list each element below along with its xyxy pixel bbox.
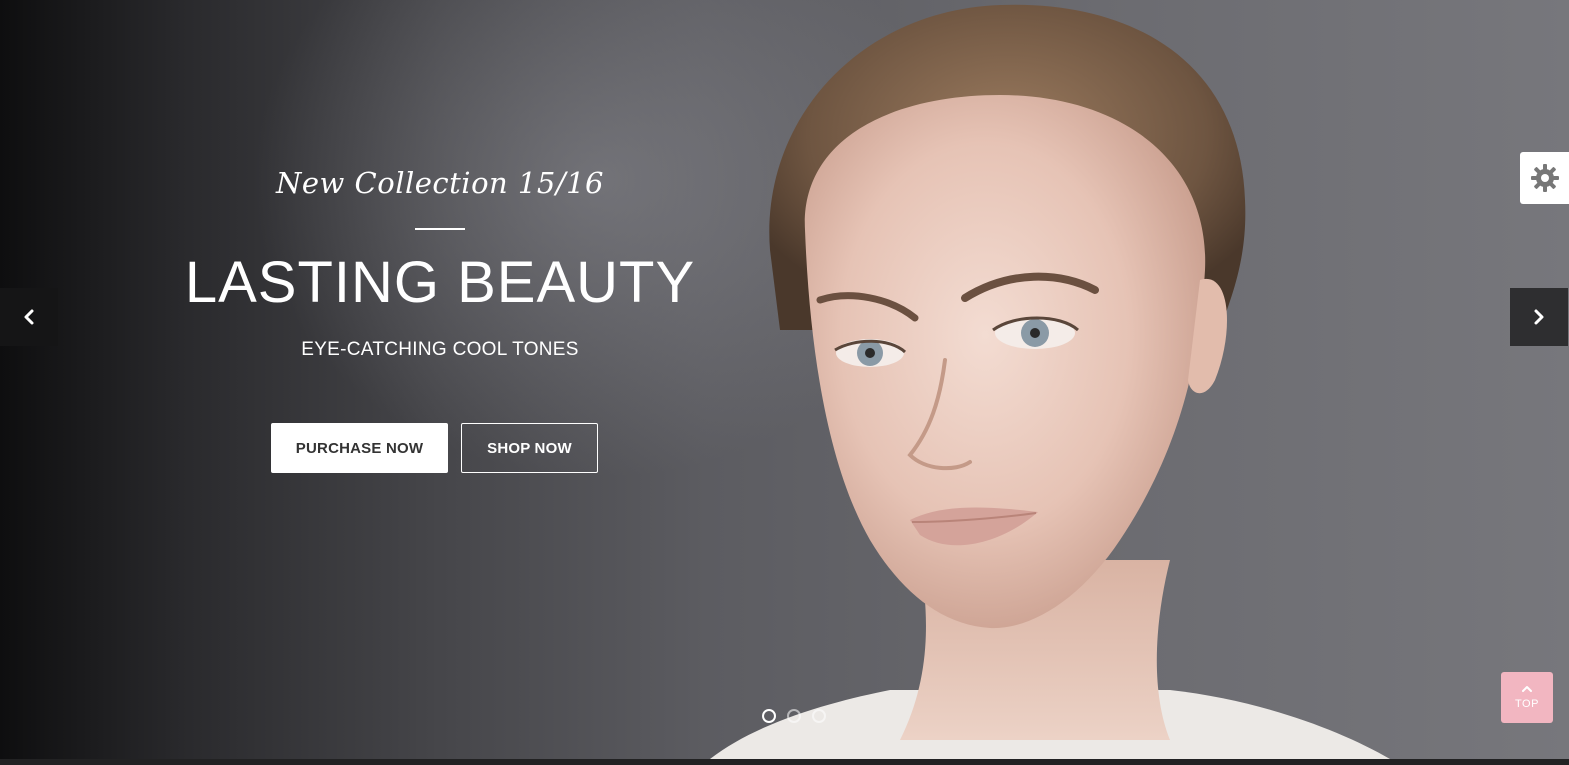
slider-pagination xyxy=(762,709,826,723)
slider-dot-2[interactable] xyxy=(787,709,801,723)
slide-subtitle: New Collection 15/16 xyxy=(275,166,605,200)
chevron-up-icon xyxy=(1522,686,1532,692)
caption-divider xyxy=(415,228,465,230)
gear-icon xyxy=(1530,164,1559,192)
slider-dot-3[interactable] xyxy=(812,709,826,723)
slide-tagline: EYE-CATCHING COOL TONES xyxy=(301,339,579,360)
page-footer-strip xyxy=(0,759,1569,765)
slider-prev-button[interactable] xyxy=(0,288,58,346)
scroll-to-top-button[interactable]: TOP xyxy=(1501,672,1553,723)
purchase-now-button[interactable]: PURCHASE NOW xyxy=(271,423,448,473)
chevron-right-icon xyxy=(1534,309,1544,325)
slider-dot-1[interactable] xyxy=(762,709,776,723)
slide-caption: New Collection 15/16 LASTING BEAUTY EYE-… xyxy=(140,160,740,362)
slider-next-button[interactable] xyxy=(1510,288,1568,346)
chevron-left-icon xyxy=(24,309,34,325)
hero-portrait-image xyxy=(710,4,1390,759)
slide-buttons: PURCHASE NOW SHOP NOW xyxy=(271,423,598,473)
hero-slider: New Collection 15/16 LASTING BEAUTY EYE-… xyxy=(0,0,1569,759)
scroll-to-top-label: TOP xyxy=(1515,698,1539,710)
shop-now-button[interactable]: SHOP NOW xyxy=(461,423,598,473)
slide-headline: LASTING BEAUTY xyxy=(184,250,696,315)
settings-panel-toggle[interactable] xyxy=(1520,152,1569,204)
